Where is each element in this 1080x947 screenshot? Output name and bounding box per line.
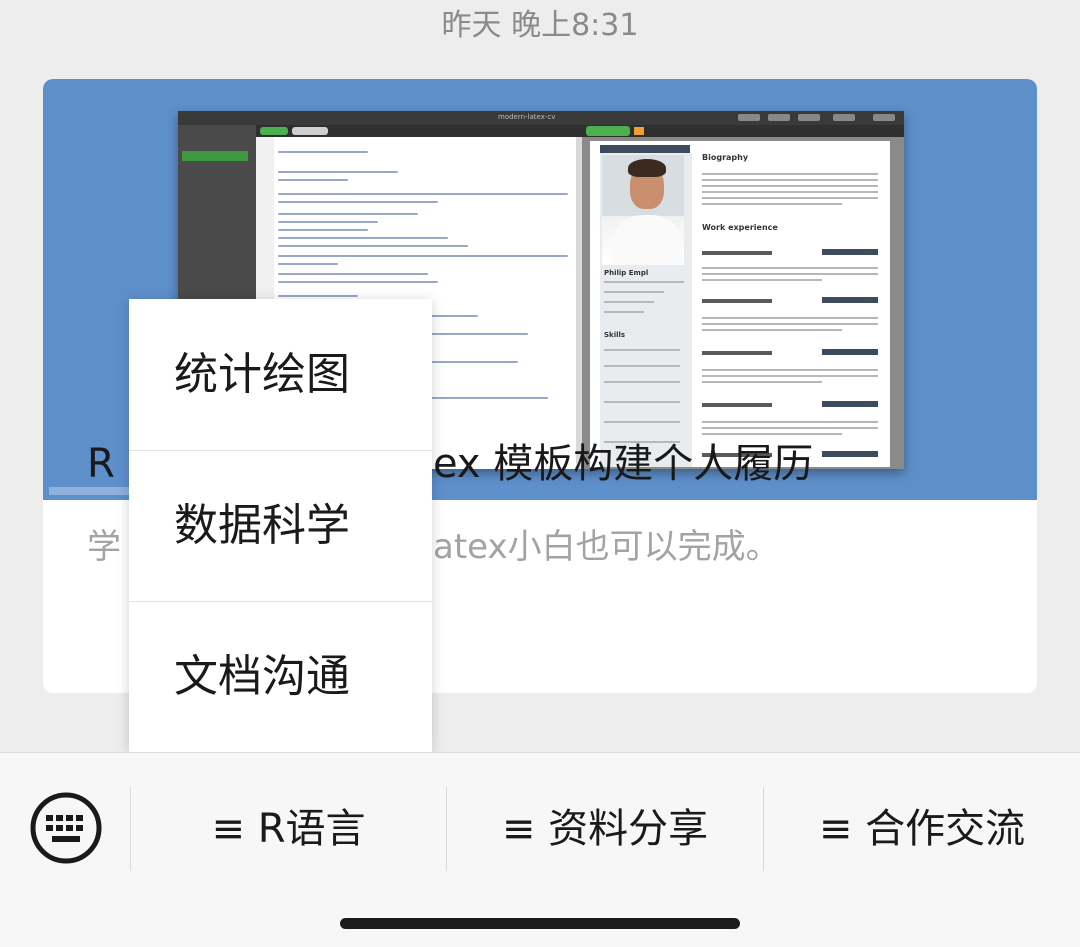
article-title-end: ex 模板构建个人履历 <box>433 441 814 487</box>
cover-cv-page: Philip Empl Skills Biography Work experi… <box>590 141 890 467</box>
article-title-start: R <box>87 441 115 487</box>
cover-recompile-button <box>586 126 630 136</box>
cover-cv-label <box>600 145 690 153</box>
cover-log-icon <box>634 127 644 135</box>
toolbar-icon <box>738 114 760 121</box>
toolbar-icon <box>833 114 855 121</box>
submenu-item-data-science[interactable]: 数据科学 <box>129 450 432 601</box>
cover-window-titlebar: modern-latex-cv <box>178 111 904 125</box>
cover-cv-bio-heading: Biography <box>702 153 749 162</box>
cover-cv-skills-heading: Skills <box>604 331 626 339</box>
menu-tab-cooperation[interactable]: ≡ 合作交流 <box>764 787 1080 871</box>
cover-active-file <box>182 151 248 161</box>
article-description-end: atex小白也可以完成。 <box>433 527 780 567</box>
message-timestamp: 昨天 晚上8:31 <box>441 8 639 43</box>
article-description-start: 学 <box>87 527 121 567</box>
submenu-item-document-communication[interactable]: 文档沟通 <box>129 601 432 752</box>
cover-cv-photo <box>602 155 684 265</box>
toolbar-icon <box>768 114 790 121</box>
submenu-item-statistical-plotting[interactable]: 统计绘图 <box>129 299 432 450</box>
cover-source-tab <box>260 127 288 135</box>
toolbar-icon <box>798 114 820 121</box>
toolbar-icon <box>873 114 895 121</box>
cover-rich-text-tab <box>292 127 328 135</box>
menu-tab-r-language[interactable]: ≡ R语言 <box>131 787 446 871</box>
cover-pdf-preview: Philip Empl Skills Biography Work experi… <box>582 137 904 469</box>
cover-cv-name: Philip Empl <box>604 269 649 277</box>
keyboard-icon[interactable] <box>29 791 103 865</box>
home-indicator[interactable] <box>340 918 740 929</box>
cover-window-title: modern-latex-cv <box>498 113 556 121</box>
cover-cv-work-heading: Work experience <box>702 223 778 232</box>
menu-tab-resource-sharing[interactable]: ≡ 资料分享 <box>447 787 763 871</box>
submenu-popup: 统计绘图 数据科学 文档沟通 <box>129 299 432 752</box>
cover-editor-toolbar <box>256 125 904 137</box>
